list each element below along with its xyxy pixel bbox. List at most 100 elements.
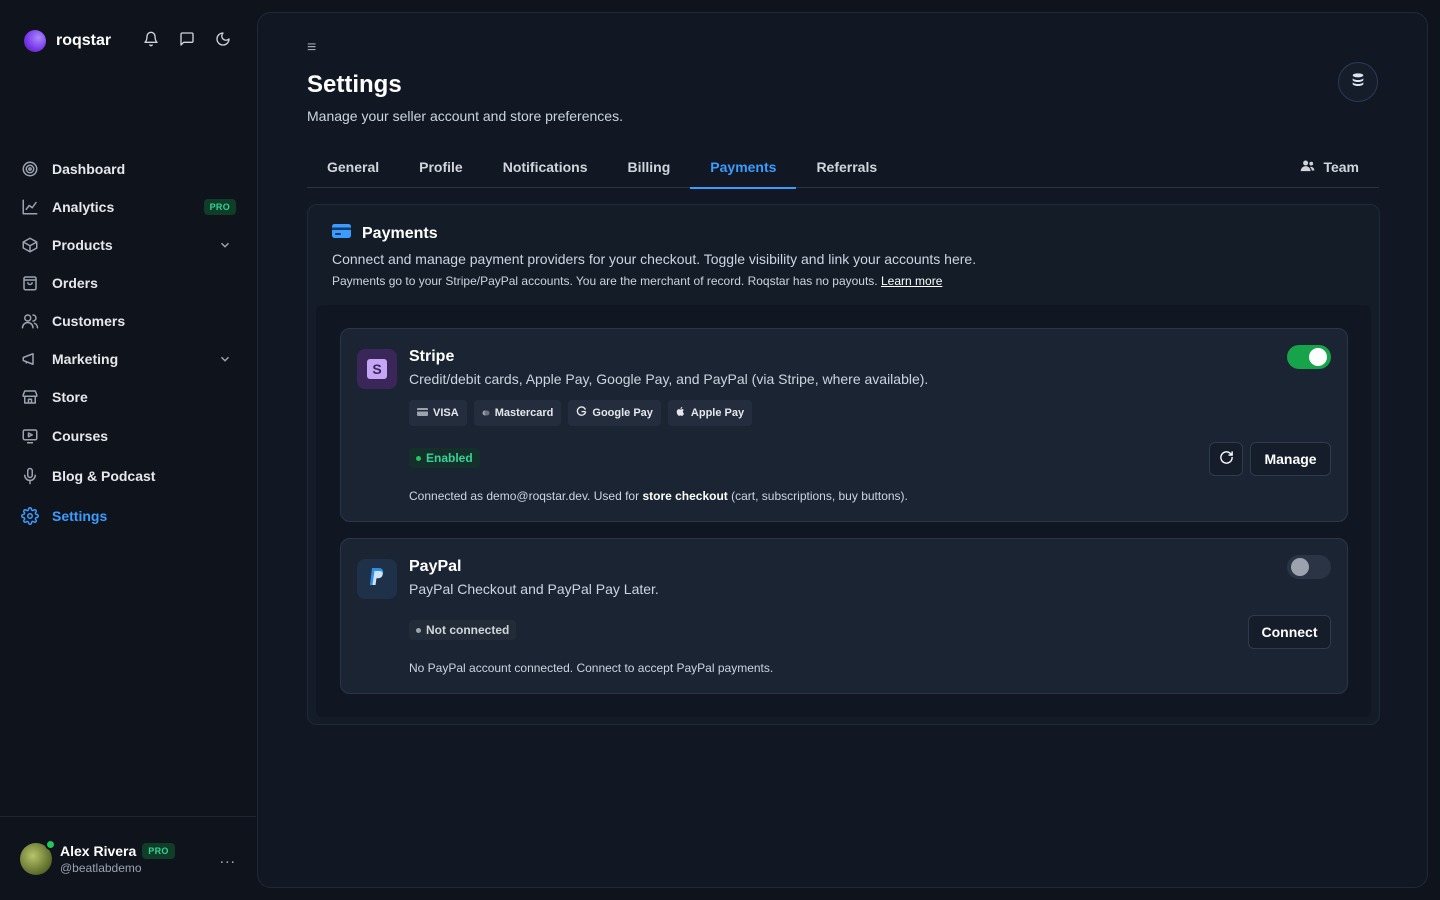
dashboard-icon <box>20 159 40 179</box>
database-button[interactable] <box>1338 62 1378 102</box>
chevron-down-icon[interactable] <box>218 352 232 366</box>
sidebar-item-analytics[interactable]: Analytics PRO <box>0 188 256 226</box>
sidebar-item-label: Settings <box>52 508 108 524</box>
sidebar-item-courses[interactable]: Courses <box>0 416 256 456</box>
menu-icon[interactable]: ≡ <box>307 39 316 57</box>
manage-button[interactable]: Manage <box>1250 442 1331 476</box>
stripe-footer: Connected as demo@roqstar.dev. Used for … <box>409 489 908 503</box>
stripe-toggle[interactable] <box>1287 345 1331 369</box>
chevron-down-icon[interactable] <box>218 238 232 252</box>
sidebar-nav: Dashboard Analytics PRO Products Orders … <box>0 150 256 536</box>
online-status-dot <box>45 838 56 850</box>
tab-billing[interactable]: Billing <box>608 145 691 188</box>
bag-icon <box>20 273 40 293</box>
tab-notifications[interactable]: Notifications <box>483 145 608 188</box>
sidebar-item-blog-podcast[interactable]: Blog & Podcast <box>0 456 256 496</box>
sidebar-item-label: Blog & Podcast <box>52 468 156 484</box>
sidebar-item-orders[interactable]: Orders <box>0 264 256 302</box>
store-icon <box>20 387 40 407</box>
chart-icon <box>20 197 40 217</box>
status-dot <box>416 455 421 461</box>
paypal-logo <box>357 559 397 599</box>
courses-icon <box>20 426 40 446</box>
sidebar-item-label: Marketing <box>52 351 119 367</box>
pro-badge: PRO <box>142 842 175 859</box>
main-panel: ≡ Settings Manage your seller account an… <box>257 12 1428 888</box>
google-icon <box>576 406 587 420</box>
top-icons <box>142 30 232 48</box>
apple-icon <box>676 406 686 420</box>
page-title: Settings <box>307 71 402 98</box>
brand-logo <box>24 30 46 52</box>
sidebar-item-label: Products <box>52 237 113 253</box>
sidebar-item-store[interactable]: Store <box>0 378 256 416</box>
refresh-button[interactable] <box>1209 442 1243 476</box>
paypal-toggle[interactable] <box>1287 555 1331 579</box>
status-dot <box>416 627 421 633</box>
stripe-logo-letter: S <box>372 361 381 377</box>
gear-icon <box>20 506 40 526</box>
avatar[interactable] <box>20 838 56 875</box>
sidebar-item-label: Orders <box>52 275 98 291</box>
toggle-knob <box>1291 558 1309 576</box>
method-mastercard: Mastercard <box>473 400 562 426</box>
user-profile[interactable]: Alex Rivera PRO @beatlabdemo ... <box>0 816 256 900</box>
database-icon <box>1350 72 1366 93</box>
brand-name: roqstar <box>56 32 112 49</box>
mastercard-icon <box>482 407 490 419</box>
paypal-footer: No PayPal account connected. Connect to … <box>409 661 774 675</box>
message-icon[interactable] <box>178 30 196 48</box>
method-apple-pay: Apple Pay <box>667 400 753 426</box>
more-options-icon[interactable]: ... <box>220 850 236 868</box>
sidebar: roqstar Dashboard Analytics PRO Products <box>0 0 256 900</box>
bell-icon[interactable] <box>142 30 160 48</box>
stripe-logo: S <box>357 349 397 389</box>
sidebar-item-label: Courses <box>52 428 109 444</box>
payments-title: Payments <box>362 224 438 242</box>
providers-list: S Stripe Credit/debit cards, Apple Pay, … <box>316 305 1371 717</box>
sidebar-item-marketing[interactable]: Marketing <box>0 340 256 378</box>
learn-more-link[interactable]: Learn more <box>881 274 942 288</box>
payments-description: Connect and manage payment providers for… <box>332 251 977 267</box>
team-button[interactable]: Team <box>1300 145 1359 188</box>
settings-tabs: General Profile Notifications Billing Pa… <box>307 145 1379 189</box>
page-subtitle: Manage your seller account and store pre… <box>307 108 623 124</box>
method-label: Mastercard <box>494 407 554 419</box>
stripe-provider: S Stripe Credit/debit cards, Apple Pay, … <box>340 328 1348 522</box>
stripe-name: Stripe <box>409 348 455 365</box>
toggle-knob <box>1309 348 1327 366</box>
method-label: Google Pay <box>592 407 653 419</box>
team-label: Team <box>1323 158 1359 175</box>
sidebar-item-label: Customers <box>52 313 126 329</box>
sidebar-item-settings[interactable]: Settings <box>0 496 256 536</box>
stripe-footer-prefix: Connected as demo@roqstar.dev. Used for <box>409 489 640 503</box>
sidebar-item-products[interactable]: Products <box>0 226 256 264</box>
status-badge: Not connected <box>409 620 517 640</box>
sidebar-item-label: Store <box>52 389 88 405</box>
user-info: Alex Rivera PRO @beatlabdemo <box>60 842 175 875</box>
sidebar-item-label: Dashboard <box>52 161 126 177</box>
credit-card-icon <box>332 223 352 244</box>
payments-note-text: Payments go to your Stripe/PayPal accoun… <box>332 274 878 288</box>
sidebar-item-dashboard[interactable]: Dashboard <box>0 150 256 188</box>
moon-icon[interactable] <box>214 30 232 48</box>
payment-methods: VISA Mastercard Google Pay Apple Pay <box>409 400 753 426</box>
brand[interactable]: roqstar <box>24 30 111 52</box>
sidebar-item-customers[interactable]: Customers <box>0 302 256 340</box>
user-handle: @beatlabdemo <box>60 860 142 875</box>
method-label: Apple Pay <box>690 407 745 419</box>
users-icon <box>20 311 40 331</box>
tab-payments[interactable]: Payments <box>690 145 797 189</box>
tab-general[interactable]: General <box>307 145 399 188</box>
sidebar-item-label: Analytics <box>52 199 115 215</box>
paypal-icon <box>368 567 386 592</box>
method-visa: VISA <box>409 400 467 426</box>
users-icon <box>1300 158 1315 176</box>
tab-referrals[interactable]: Referrals <box>796 145 897 188</box>
method-google-pay: Google Pay <box>568 400 661 426</box>
stripe-footer-suffix: (cart, subscriptions, buy buttons). <box>731 489 908 503</box>
tab-profile[interactable]: Profile <box>399 145 483 188</box>
paypal-provider: PayPal PayPal Checkout and PayPal Pay La… <box>340 538 1348 694</box>
connect-button[interactable]: Connect <box>1248 615 1331 649</box>
box-icon <box>20 235 40 255</box>
